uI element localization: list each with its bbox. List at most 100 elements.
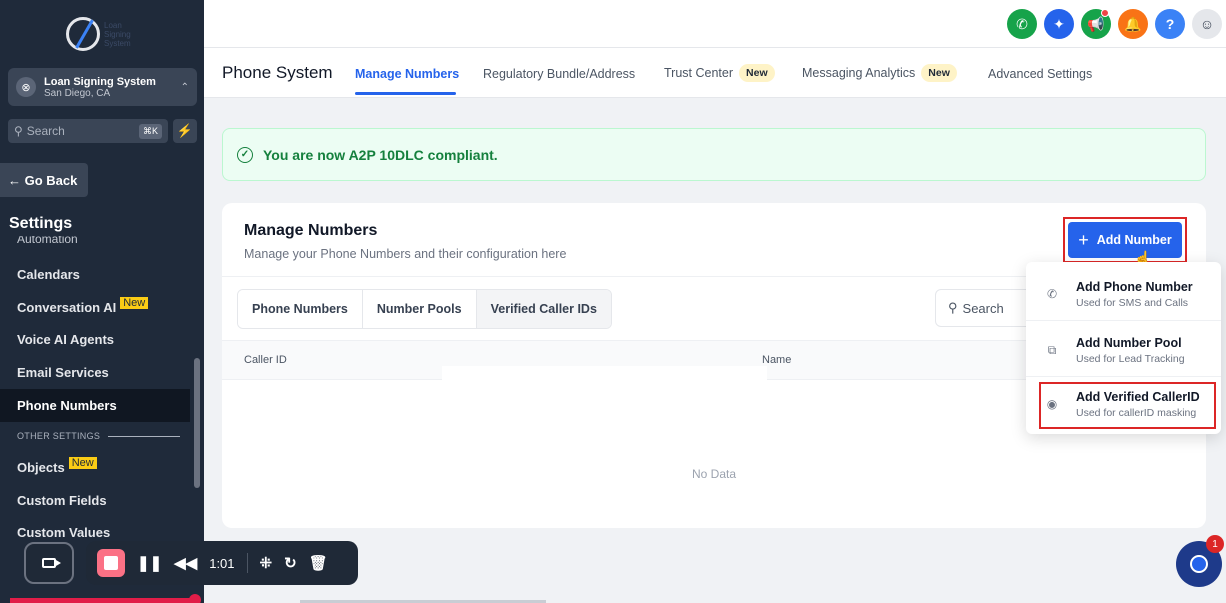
sidebar-item-label: Phone Numbers [17,398,117,413]
other-settings-label: OTHER SETTINGS [17,431,181,441]
chat-unread-badge: 1 [1206,535,1224,553]
plus-icon: + [1078,229,1089,250]
grid-icon[interactable]: ⁜ [260,554,273,572]
search-icon: ⚲ [948,300,958,315]
logo-text: Loan Signing System [104,20,131,48]
phone-icon[interactable]: ✆ [1007,9,1037,39]
card-title: Manage Numbers [244,222,378,239]
sidebar-item-voice-ai-agents[interactable]: Voice AI Agents [0,323,190,356]
menu-item-add-number-pool[interactable]: ⧉ Add Number Pool Used for Lead Tracking [1026,322,1221,372]
phone-plus-icon: ✆ [1046,287,1058,301]
menu-item-subtitle: Used for Lead Tracking [1076,353,1185,365]
stop-recording-button[interactable] [97,549,125,577]
menu-item-subtitle: Used for SMS and Calls [1076,297,1189,309]
sidebar-item-label: Custom Values [17,525,111,540]
pool-icon: ⧉ [1047,342,1057,357]
camera-toggle-button[interactable] [24,542,74,584]
trash-icon[interactable]: 🗑 [309,554,328,572]
recording-progress-bar [10,598,200,603]
number-type-tabs: Phone Numbers Number Pools Verified Call… [237,289,612,329]
sidebar-item-label: Objects [17,460,65,475]
account-switcher[interactable]: ⊗ Loan Signing System San Diego, CA ⌃ [8,68,197,106]
sidebar-item-objects[interactable]: Objects New [0,451,190,484]
tab-verified-caller-ids[interactable]: Verified Caller IDs [476,290,611,328]
chevron-updown-icon: ⌃ [180,81,189,93]
account-location: San Diego, CA [44,87,111,99]
recording-progress-handle[interactable] [189,594,201,603]
help-icon[interactable]: ? [1155,9,1185,39]
menu-item-add-phone-number[interactable]: ✆ Add Phone Number Used for SMS and Call… [1026,266,1221,316]
tab-trust-center[interactable]: Trust Center New [664,64,775,82]
sparkle-icon[interactable]: ✦ [1044,9,1074,39]
search-shortcut: ⌘K [138,123,162,139]
sidebar-item-label: Conversation AI [17,300,117,315]
recording-toolbar: ❚❚ ◀◀ 1:01 ⁜ ↻ 🗑 [86,541,358,585]
tab-label: Advanced Settings [988,67,1093,81]
empty-state: No Data [691,467,737,481]
numbers-search-input[interactable]: ⚲ Search [935,289,1035,327]
new-badge: New [739,64,775,82]
menu-item-title: Add Phone Number [1076,280,1193,294]
sidebar-search-label: Search [26,124,65,138]
sidebar-item-label: Email Services [17,365,109,380]
go-back-button[interactable]: ← Go Back [0,163,88,197]
camera-icon [42,558,61,568]
sidebar-item-conversation-ai[interactable]: Conversation AI New [0,291,190,324]
divider [1026,376,1221,377]
add-number-label: Add Number [1096,233,1172,247]
sidebar-item-phone-numbers[interactable]: Phone Numbers [0,389,190,422]
divider [108,435,181,437]
sidebar-item-email-services[interactable]: Email Services [0,356,190,389]
page-title: Phone System [222,63,333,82]
divider [246,553,248,573]
rewind-button[interactable]: ◀◀ [174,554,197,572]
tab-number-pools[interactable]: Number Pools [362,290,477,328]
tab-label: Manage Numbers [355,67,460,81]
account-avatar: ⊗ [16,77,36,97]
user-avatar[interactable]: ☺ [1192,9,1222,39]
check-circle-icon: ✓ [237,146,253,163]
pause-button[interactable]: ❚❚ [137,554,162,572]
chat-icon [1190,555,1208,573]
divider [1026,320,1221,321]
logo-mark-icon [66,17,100,51]
sub-navigation: Phone System Manage Numbers Regulatory B… [204,48,1226,98]
new-badge: New [921,64,957,82]
column-caller-id: Caller ID [244,354,287,366]
sidebar-item-automation[interactable]: Automation [17,236,78,245]
sidebar-item-label: Custom Fields [17,493,107,508]
tab-regulatory-bundle[interactable]: Regulatory Bundle/Address [483,67,635,81]
add-number-highlight: + Add Number [1063,217,1187,263]
bell-icon[interactable]: 🔔 [1118,9,1148,39]
active-tab-indicator [355,92,456,95]
search-placeholder: Search [962,300,1004,316]
quick-action-bolt-icon[interactable]: ⚡ [173,119,197,143]
tab-label: Trust Center [664,66,734,80]
redaction-bar [442,366,767,380]
sidebar: Loan Signing System ⊗ Loan Signing Syste… [0,0,204,603]
tab-manage-numbers[interactable]: Manage Numbers [355,67,459,81]
compliance-banner: ✓ You are now A2P 10DLC compliant. [222,128,1206,181]
account-name: Loan Signing System [44,75,156,88]
megaphone-icon[interactable]: 📢 [1081,9,1111,39]
tab-label: Messaging Analytics [802,66,916,80]
top-bar: ✆ ✦ 📢 🔔 ? ☺ [204,0,1226,48]
sidebar-item-calendars[interactable]: Calendars [0,258,190,291]
stop-icon [104,556,118,570]
sidebar-item-custom-fields[interactable]: Custom Fields [0,484,190,517]
menu-item-title: Add Number Pool [1076,336,1182,350]
notification-dot [1101,9,1109,17]
logo[interactable]: Loan Signing System [0,0,204,68]
banner-message: You are now A2P 10DLC compliant. [263,146,498,163]
sidebar-item-label: Calendars [17,267,80,282]
tab-messaging-analytics[interactable]: Messaging Analytics New [802,64,957,82]
sidebar-scrollbar[interactable] [194,358,200,488]
sidebar-search[interactable]: ⚲ Search ⌘K [8,119,168,143]
tab-phone-numbers[interactable]: Phone Numbers [238,290,363,328]
section-label-text: OTHER SETTINGS [17,431,101,441]
restart-icon[interactable]: ↻ [284,554,297,572]
new-badge: New [120,296,149,309]
column-name: Name [762,354,792,366]
add-number-button[interactable]: + Add Number [1068,222,1182,258]
tab-advanced-settings[interactable]: Advanced Settings [988,67,1092,81]
